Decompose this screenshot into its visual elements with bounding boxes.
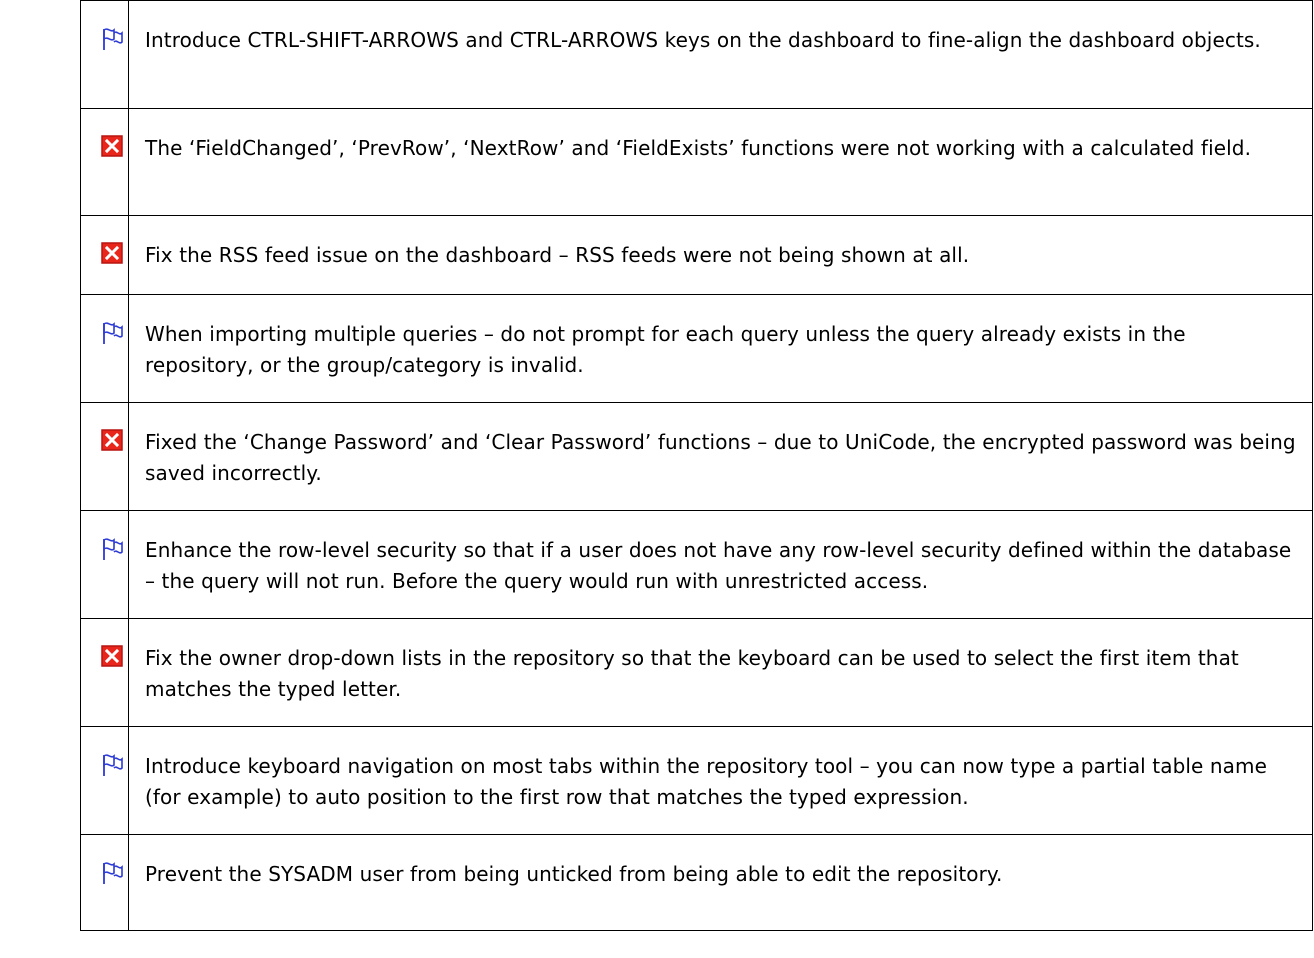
flag-icon <box>101 753 123 776</box>
row-description: Fixed the ‘Change Password’ and ‘Clear P… <box>128 402 1313 511</box>
changelog-row: Fix the RSS feed issue on the dashboard … <box>80 215 1313 295</box>
row-icon-cell <box>80 215 129 295</box>
row-icon-cell <box>80 0 129 109</box>
changelog-table: Introduce CTRL-SHIFT-ARROWS and CTRL-ARR… <box>80 0 1313 931</box>
red-x-icon <box>101 242 123 264</box>
changelog-row: When importing multiple queries – do not… <box>80 294 1313 403</box>
document-page: Introduce CTRL-SHIFT-ARROWS and CTRL-ARR… <box>0 0 1314 958</box>
red-x-icon <box>101 135 123 157</box>
row-description: When importing multiple queries – do not… <box>128 294 1313 403</box>
red-x-icon <box>101 429 123 451</box>
flag-icon <box>101 537 123 560</box>
row-description: Prevent the SYSADM user from being untic… <box>128 834 1313 931</box>
changelog-row: The ‘FieldChanged’, ‘PrevRow’, ‘NextRow’… <box>80 108 1313 216</box>
row-description: Introduce CTRL-SHIFT-ARROWS and CTRL-ARR… <box>128 0 1313 109</box>
flag-icon <box>101 27 123 50</box>
row-icon-cell <box>80 834 129 931</box>
changelog-row: Introduce CTRL-SHIFT-ARROWS and CTRL-ARR… <box>80 0 1313 109</box>
changelog-row: Introduce keyboard navigation on most ta… <box>80 726 1313 835</box>
row-description: Introduce keyboard navigation on most ta… <box>128 726 1313 835</box>
row-icon-cell <box>80 618 129 727</box>
flag-icon <box>101 321 123 344</box>
flag-icon <box>101 861 123 884</box>
changelog-row: Fix the owner drop-down lists in the rep… <box>80 618 1313 727</box>
row-description: Fix the RSS feed issue on the dashboard … <box>128 215 1313 295</box>
row-description: Enhance the row-level security so that i… <box>128 510 1313 619</box>
changelog-row: Enhance the row-level security so that i… <box>80 510 1313 619</box>
changelog-row: Prevent the SYSADM user from being untic… <box>80 834 1313 931</box>
changelog-row: Fixed the ‘Change Password’ and ‘Clear P… <box>80 402 1313 511</box>
row-icon-cell <box>80 402 129 511</box>
row-description: Fix the owner drop-down lists in the rep… <box>128 618 1313 727</box>
red-x-icon <box>101 645 123 667</box>
row-description: The ‘FieldChanged’, ‘PrevRow’, ‘NextRow’… <box>128 108 1313 216</box>
row-icon-cell <box>80 108 129 216</box>
row-icon-cell <box>80 510 129 619</box>
row-icon-cell <box>80 294 129 403</box>
row-icon-cell <box>80 726 129 835</box>
